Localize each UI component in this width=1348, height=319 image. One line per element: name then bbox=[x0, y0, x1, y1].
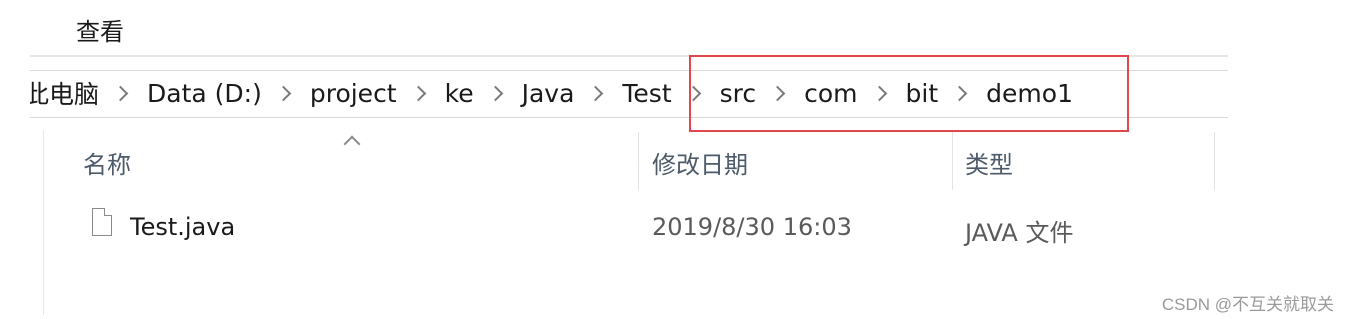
breadcrumb-item-data-drive[interactable]: Data (D:) bbox=[145, 79, 264, 108]
column-divider[interactable] bbox=[952, 132, 953, 190]
column-divider[interactable] bbox=[638, 132, 639, 190]
chevron-right-icon[interactable] bbox=[410, 85, 426, 101]
breadcrumb-item-java[interactable]: Java bbox=[520, 79, 577, 108]
pane-border bbox=[43, 130, 44, 315]
file-row[interactable]: Test.java 2019/8/30 16:03 JAVA 文件 bbox=[60, 200, 1220, 258]
view-tab[interactable]: 查看 bbox=[76, 12, 124, 47]
chevron-right-icon[interactable] bbox=[588, 85, 604, 101]
breadcrumb-item-ke[interactable]: ke bbox=[443, 79, 476, 108]
file-icon bbox=[92, 208, 112, 236]
column-divider[interactable] bbox=[1214, 132, 1215, 190]
file-type: JAVA 文件 bbox=[965, 219, 1074, 247]
watermark: CSDN @不互关就取关 bbox=[1161, 295, 1334, 314]
breadcrumb-item-this-pc[interactable]: 此电脑 bbox=[30, 75, 101, 111]
chevron-right-icon[interactable] bbox=[275, 85, 292, 101]
column-header-name[interactable]: 名称 bbox=[83, 145, 131, 180]
file-date-modified: 2019/8/30 16:03 bbox=[652, 213, 852, 241]
chevron-up-icon bbox=[343, 135, 361, 153]
chevron-right-icon[interactable] bbox=[487, 85, 503, 101]
column-header-date-modified[interactable]: 修改日期 bbox=[652, 145, 748, 180]
highlight-annotation bbox=[689, 55, 1129, 132]
breadcrumb-item-project[interactable]: project bbox=[308, 79, 399, 108]
breadcrumb-item-test[interactable]: Test bbox=[620, 79, 673, 108]
file-name: Test.java bbox=[130, 213, 236, 241]
column-header-type[interactable]: 类型 bbox=[965, 145, 1013, 180]
chevron-right-icon[interactable] bbox=[112, 85, 129, 101]
